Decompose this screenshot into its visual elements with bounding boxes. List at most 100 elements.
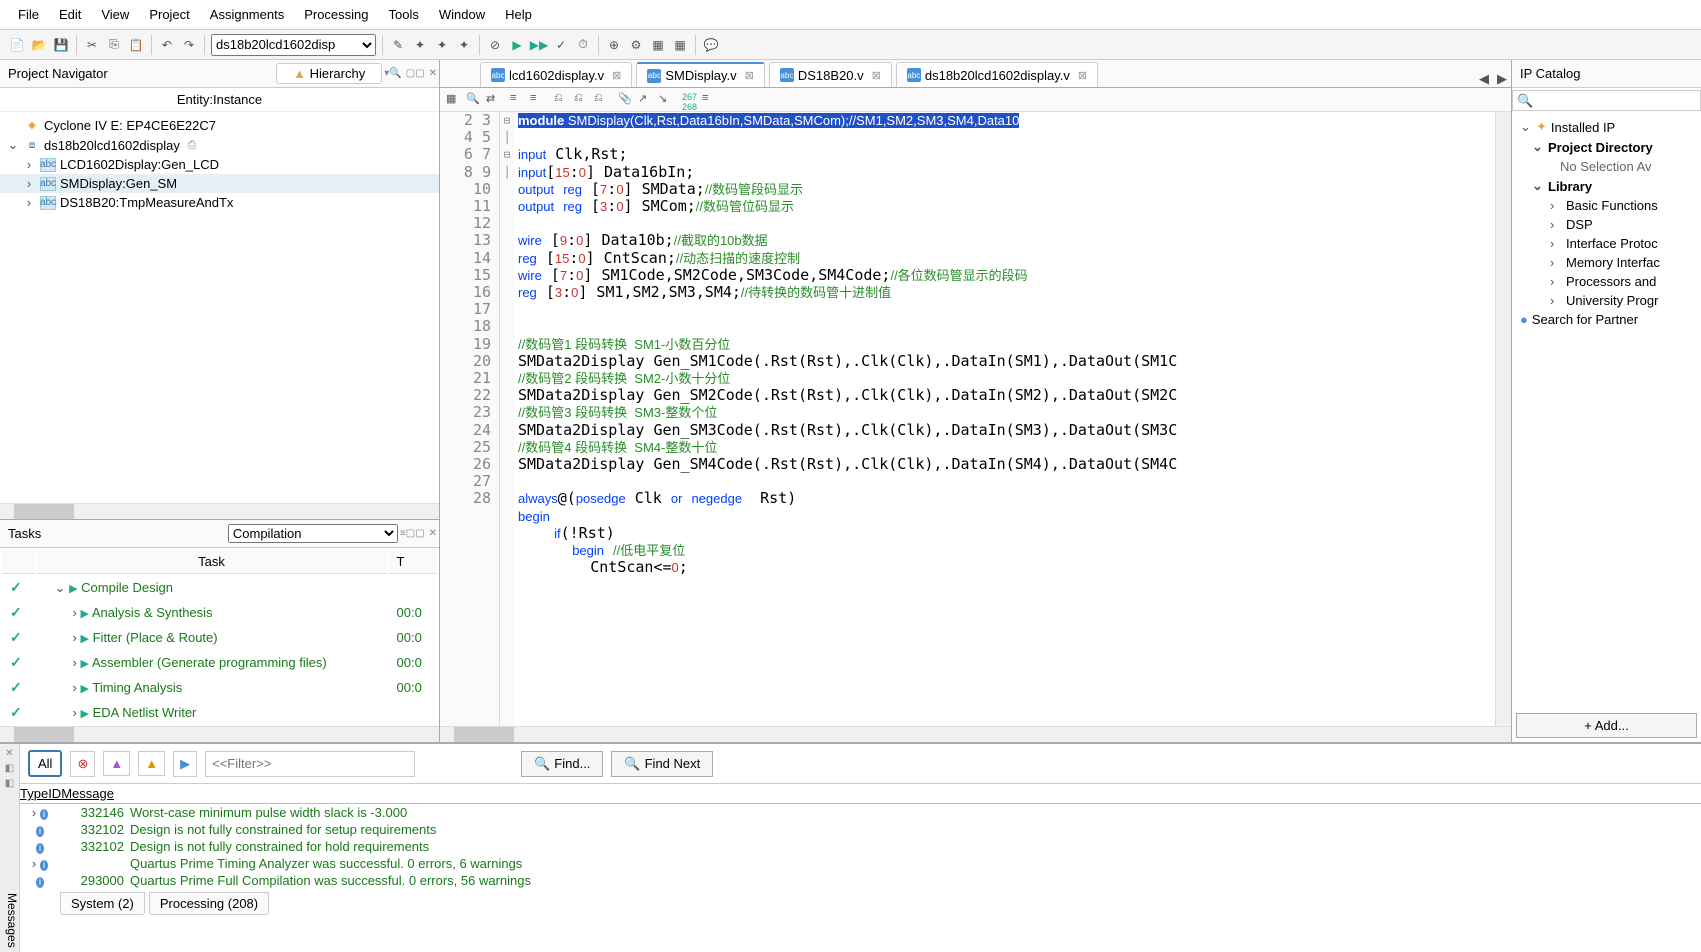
timing-icon[interactable]: ⏱ — [574, 36, 592, 54]
tab-nav-left-icon[interactable]: ◀ — [1475, 71, 1493, 87]
ip-category-row[interactable]: ›Processors and — [1516, 272, 1697, 291]
message-row[interactable]: i332102Design is not fully constrained f… — [20, 838, 1701, 855]
compile-icon[interactable]: ▶ — [508, 36, 526, 54]
nav-scrollbar-h[interactable] — [0, 503, 439, 519]
tasks-mode-select[interactable]: Compilation — [228, 524, 398, 543]
message-row[interactable]: › iQuartus Prime Timing Analyzer was suc… — [20, 855, 1701, 872]
fold-column[interactable]: ⊟ │ ⊟ │ — [500, 112, 514, 726]
ed-icon[interactable]: ↘ — [658, 92, 674, 108]
tasks-close-icon[interactable]: ✕ — [427, 528, 439, 539]
ip-category-row[interactable]: ›DSP — [1516, 215, 1697, 234]
menu-help[interactable]: Help — [495, 3, 542, 26]
ed-icon[interactable]: ▦ — [446, 92, 462, 108]
msg-close-icon[interactable]: ✕ — [0, 748, 19, 759]
redo-icon[interactable]: ↷ — [180, 36, 198, 54]
ed-icon[interactable]: ⎌ — [574, 92, 590, 108]
task-row[interactable]: ✓› ▶ Fitter (Place & Route)00:0 — [2, 626, 437, 649]
ip-search-input[interactable] — [1512, 90, 1701, 111]
msg-warning-filter-icon[interactable]: ▲ — [138, 751, 165, 776]
ed-icon[interactable]: 267268 — [682, 92, 698, 108]
tasks-opt-icon[interactable]: ≡▢▢ — [398, 528, 427, 539]
nav-close-icon[interactable]: ✕ — [427, 68, 439, 79]
simulator-icon[interactable]: ⊕ — [605, 36, 623, 54]
menu-window[interactable]: Window — [429, 3, 495, 26]
ip-add-button[interactable]: + Add... — [1516, 713, 1697, 738]
message-row[interactable]: i332102Design is not fully constrained f… — [20, 821, 1701, 838]
close-icon[interactable]: ⊠ — [872, 69, 881, 82]
msg-info-filter-icon[interactable]: ▶ — [173, 751, 197, 777]
msg-tab-system[interactable]: System (2) — [60, 892, 145, 915]
editor-scrollbar-v[interactable] — [1495, 112, 1511, 726]
menu-view[interactable]: View — [91, 3, 139, 26]
open-icon[interactable]: 📂 — [30, 36, 48, 54]
task-row[interactable]: ✓› ▶ Timing Analysis00:0 — [2, 676, 437, 699]
msg-pin-icon[interactable]: ◧ — [0, 763, 19, 774]
editor-tab[interactable]: abcSMDisplay.v⊠ — [636, 62, 765, 87]
programmer-icon[interactable]: ▦ — [671, 36, 689, 54]
paste-icon[interactable]: 📋 — [127, 36, 145, 54]
menu-tools[interactable]: Tools — [379, 3, 429, 26]
nav-dropdown-icon[interactable]: ▾🔍 — [382, 68, 403, 79]
editor-tab[interactable]: abclcd1602display.v⊠ — [480, 62, 632, 87]
message-row[interactable]: › i332146Worst-case minimum pulse width … — [20, 804, 1701, 821]
outdent-icon[interactable]: ≡ — [530, 92, 546, 108]
tree-item-selected[interactable]: ›abcSMDisplay:Gen_SM — [0, 174, 439, 193]
chip-icon[interactable]: ▦ — [649, 36, 667, 54]
compile-all-icon[interactable]: ▶▶ — [530, 36, 548, 54]
close-icon[interactable]: ⊠ — [612, 69, 621, 82]
find-icon[interactable]: 🔍 — [466, 92, 482, 108]
ip-search-partner[interactable]: ●Search for Partner — [1516, 310, 1697, 329]
ip-library-row[interactable]: ⌄Library — [1516, 176, 1697, 196]
tasks-scrollbar-h[interactable] — [0, 726, 439, 742]
ed-icon[interactable]: ↗ — [638, 92, 654, 108]
ip-category-row[interactable]: ›Interface Protoc — [1516, 234, 1697, 253]
task-row[interactable]: ✓⌄ ▶ Compile Design — [2, 576, 437, 599]
tab-nav-right-icon[interactable]: ▶ — [1493, 71, 1511, 87]
menu-processing[interactable]: Processing — [294, 3, 378, 26]
close-icon[interactable]: ⊠ — [745, 69, 754, 82]
tree-item[interactable]: ›abcDS18B20:TmpMeasureAndTx — [0, 193, 439, 212]
analyze-icon[interactable]: ✓ — [552, 36, 570, 54]
tool-icon-3[interactable]: ✦ — [433, 36, 451, 54]
save-icon[interactable]: 💾 — [52, 36, 70, 54]
ed-icon[interactable]: ≡ — [702, 92, 718, 108]
cut-icon[interactable]: ✂ — [83, 36, 101, 54]
msg-error-filter-icon[interactable]: ⊗ — [70, 751, 95, 777]
ip-installed-row[interactable]: ⌄✦Installed IP — [1516, 117, 1697, 137]
tool-icon-2[interactable]: ✦ — [411, 36, 429, 54]
task-row[interactable]: ✓› ▶ Analysis & Synthesis00:0 — [2, 601, 437, 624]
ed-icon[interactable]: ⎌ — [554, 92, 570, 108]
editor-tab[interactable]: abcDS18B20.v⊠ — [769, 62, 892, 87]
tree-item[interactable]: ›abcLCD1602Display:Gen_LCD — [0, 155, 439, 174]
msg-filter-input[interactable] — [205, 751, 415, 777]
tool-icon-1[interactable]: ✎ — [389, 36, 407, 54]
copy-icon[interactable]: ⎘ — [105, 36, 123, 54]
ed-icon[interactable]: ⇄ — [486, 92, 502, 108]
root-entity-row[interactable]: ⌄⧈ds18b20lcd1602display⎙ — [0, 135, 439, 155]
code-area[interactable]: module SMDisplay(Clk,Rst,Data16bIn,SMDat… — [514, 112, 1495, 726]
undo-icon[interactable]: ↶ — [158, 36, 176, 54]
device-row[interactable]: ◆Cyclone IV E: EP4CE6E22C7 — [0, 116, 439, 135]
menu-project[interactable]: Project — [139, 3, 199, 26]
pin-planner-icon[interactable]: ⚙ — [627, 36, 645, 54]
msg-findnext-button[interactable]: 🔍Find Next — [611, 751, 713, 777]
close-icon[interactable]: ⊠ — [1078, 69, 1087, 82]
help-icon[interactable]: 💬 — [702, 36, 720, 54]
editor-tab[interactable]: abcds18b20lcd1602display.v⊠ — [896, 62, 1098, 87]
ip-projdir-row[interactable]: ⌄Project Directory — [1516, 137, 1697, 157]
menu-edit[interactable]: Edit — [49, 3, 91, 26]
ip-category-row[interactable]: ›Memory Interfac — [1516, 253, 1697, 272]
msg-find-button[interactable]: 🔍Find... — [521, 751, 603, 777]
msg-tab-processing[interactable]: Processing (208) — [149, 892, 269, 915]
menu-file[interactable]: File — [8, 3, 49, 26]
msg-critical-filter-icon[interactable]: ▲ — [103, 751, 130, 776]
bookmark-icon[interactable]: 📎 — [618, 92, 634, 108]
msg-all-button[interactable]: All — [28, 750, 62, 777]
ip-category-row[interactable]: ›University Progr — [1516, 291, 1697, 310]
nav-opt-icon[interactable]: ▢▢ — [404, 68, 427, 79]
new-file-icon[interactable]: 📄 — [8, 36, 26, 54]
menu-assignments[interactable]: Assignments — [200, 3, 294, 26]
indent-icon[interactable]: ≡ — [510, 92, 526, 108]
editor-scrollbar-h[interactable] — [440, 726, 1511, 742]
ip-category-row[interactable]: ›Basic Functions — [1516, 196, 1697, 215]
